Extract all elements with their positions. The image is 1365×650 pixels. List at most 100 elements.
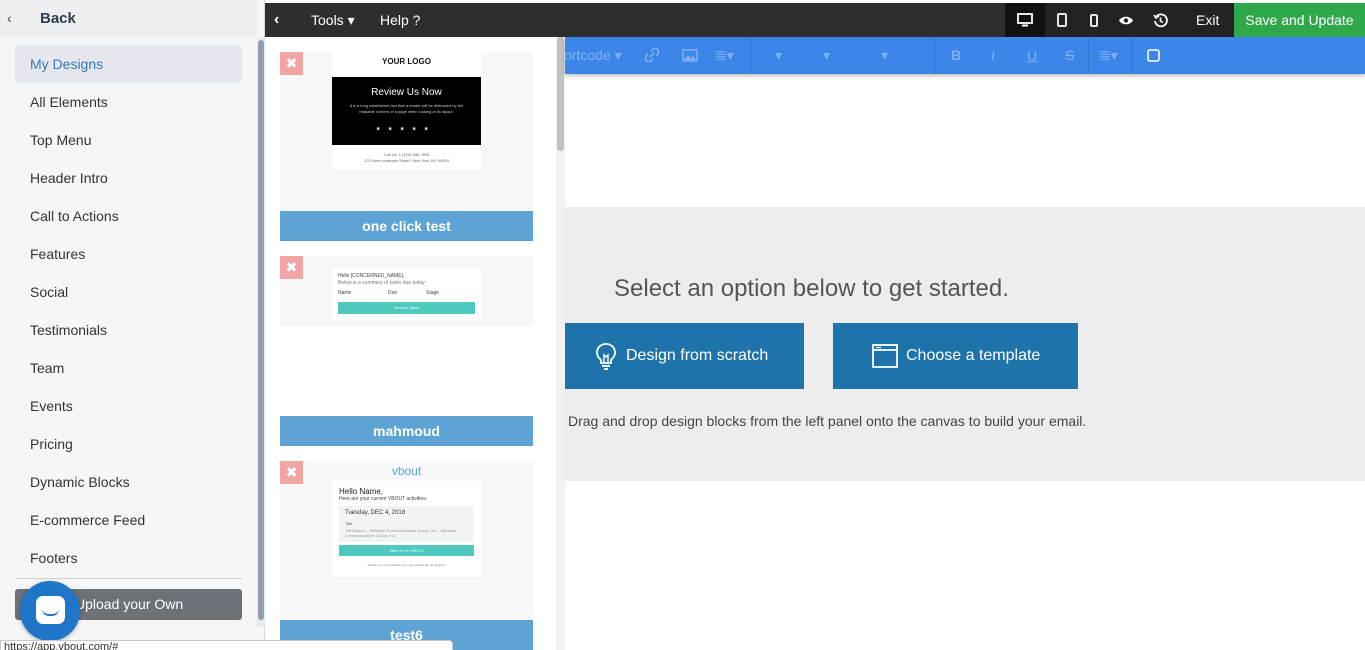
- thumbnail-col-stage: Stage: [426, 290, 440, 296]
- choose-template-label: Choose a template: [906, 347, 1041, 364]
- template-card[interactable]: Hello [CONCERNED_NAME], Below is a summa…: [280, 256, 533, 446]
- email-builder: YOUR LOGO Review Us Now It is a long est…: [0, 0, 1365, 650]
- panel-scrollbar-thumb[interactable]: [557, 37, 564, 151]
- get-started-prompt: Select an option below to get started.: [614, 275, 1009, 302]
- template-window-icon: [872, 344, 898, 368]
- thumbnail-greeting: Hello [CONCERNED_NAME],: [338, 273, 405, 279]
- design-from-scratch-label: Design from scratch: [626, 347, 769, 364]
- back-chevron-icon: ‹: [7, 10, 12, 26]
- italic-button[interactable]: I: [991, 37, 995, 74]
- thumbnail-brand-logo: vbout: [391, 464, 422, 478]
- link-icon[interactable]: [644, 37, 660, 74]
- sidebar-item-call-to-actions[interactable]: Call to Actions: [15, 197, 242, 235]
- choose-template-button[interactable]: Choose a template: [833, 323, 1078, 389]
- toolbar-separator: [1088, 37, 1089, 74]
- browser-status-url: https://app.vbout.com/#: [0, 640, 453, 650]
- thumbnail-footer: Emails may not available and / get sende…: [367, 563, 446, 567]
- template-card[interactable]: vbout Hello Name, Here are your current …: [280, 461, 533, 650]
- thumbnail-email: Hello [CONCERNED_NAME], Below is a summa…: [332, 268, 481, 320]
- thumbnail-subtitle: Here are your current VBOUT activities:: [339, 496, 427, 502]
- bold-button[interactable]: B: [951, 37, 961, 74]
- tools-menu[interactable]: Tools ▾: [311, 3, 355, 37]
- thumbnail-heading: Review Us Now: [371, 87, 442, 98]
- help-menu[interactable]: Help ?: [380, 3, 420, 37]
- exit-button[interactable]: Exit: [1196, 3, 1219, 37]
- thumbnail-logo-text: YOUR LOGO: [382, 57, 431, 66]
- back-button[interactable]: ‹ Back: [0, 0, 257, 37]
- sidebar-item-dynamic-blocks[interactable]: Dynamic Blocks: [15, 463, 242, 501]
- line-height-dropdown[interactable]: ▾: [881, 37, 888, 74]
- font-family-dropdown[interactable]: ▾: [775, 37, 782, 74]
- delete-template-icon[interactable]: ✖: [280, 461, 303, 484]
- get-started-block: Select an option below to get started. D…: [565, 207, 1365, 481]
- toolbar-separator: [750, 37, 751, 74]
- shortcode-label: ortcode: [564, 47, 611, 63]
- view-mode-group: Exit: [1005, 3, 1234, 37]
- sidebar-item-header-intro[interactable]: Header Intro: [15, 159, 242, 197]
- template-title[interactable]: mahmoud: [280, 416, 533, 446]
- toolbar-separator: [1132, 37, 1133, 74]
- email-canvas[interactable]: Select an option below to get started. D…: [565, 74, 1365, 650]
- design-from-scratch-button[interactable]: Design from scratch: [565, 323, 804, 389]
- template-thumbnail[interactable]: Hello [CONCERNED_NAME], Below is a summa…: [280, 256, 533, 416]
- template-thumbnail[interactable]: YOUR LOGO Review Us Now It is a long est…: [280, 52, 533, 211]
- sidebar-item-e-commerce-feed[interactable]: E-commerce Feed: [15, 501, 242, 539]
- template-title[interactable]: one click test: [280, 211, 533, 241]
- sidebar-scrollbar-thumb[interactable]: [258, 40, 264, 620]
- thumbnail-col-name: Name: [338, 290, 352, 296]
- collapse-panel-chevron-icon[interactable]: ‹: [274, 3, 279, 37]
- desktop-icon[interactable]: [1005, 3, 1045, 37]
- history-icon[interactable]: [1143, 3, 1177, 37]
- underline-button[interactable]: U: [1027, 37, 1037, 74]
- sidebar-item-team[interactable]: Team: [15, 349, 242, 387]
- thumbnail-hero: Review Us Now It is a long established f…: [332, 77, 481, 145]
- sidebar-divider: [15, 578, 242, 579]
- thumbnail-button: View All Tasks: [338, 302, 475, 314]
- top-toolbar: ‹ Tools ▾ Help ? Exit Save and Update: [265, 3, 1365, 37]
- box-toggle-icon[interactable]: [1147, 37, 1160, 74]
- sidebar-item-features[interactable]: Features: [15, 235, 242, 273]
- thumbnail-button: Take me to VBOUT: [339, 545, 474, 556]
- delete-template-icon[interactable]: ✖: [280, 256, 303, 279]
- template-thumbnail[interactable]: vbout Hello Name, Here are your current …: [280, 461, 533, 621]
- mobile-icon[interactable]: [1079, 3, 1109, 37]
- text-format-toolbar: ortcode ▾ ≣▾ ▾ ▾ ▾ B I U S ≣▾: [564, 37, 1365, 74]
- sidebar-item-top-menu[interactable]: Top Menu: [15, 121, 242, 159]
- image-icon[interactable]: [682, 37, 698, 74]
- canvas-hint: Drag and drop design blocks from the lef…: [568, 413, 1087, 429]
- preview-eye-icon[interactable]: [1109, 3, 1143, 37]
- thumbnail-rating-icons: ■■■■■: [376, 126, 437, 132]
- shortcode-dropdown[interactable]: ortcode ▾: [564, 37, 622, 74]
- tools-label: Tools: [311, 12, 344, 28]
- thumbnail-item-desc: Jeff Maudru - Metatron Communications Gr…: [345, 528, 457, 538]
- delete-template-icon[interactable]: ✖: [280, 52, 303, 75]
- sidebar-item-testimonials[interactable]: Testimonials: [15, 311, 242, 349]
- save-and-update-button[interactable]: Save and Update: [1234, 3, 1365, 37]
- sidebar-item-all-elements[interactable]: All Elements: [15, 83, 242, 121]
- list-dropdown-icon[interactable]: ≣▾: [1099, 37, 1118, 74]
- toolbar-separator: [934, 37, 935, 74]
- thumbnail-col-due: Due: [388, 290, 398, 296]
- sidebar-item-events[interactable]: Events: [15, 387, 242, 425]
- thumbnail-summary: Below is a summary of tasks due today:: [338, 280, 427, 286]
- live-chat-button[interactable]: [20, 581, 80, 641]
- thumbnail-email: YOUR LOGO Review Us Now It is a long est…: [332, 52, 481, 170]
- sidebar-item-pricing[interactable]: Pricing: [15, 425, 242, 463]
- sidebar-item-footers[interactable]: Footers: [15, 539, 242, 577]
- thumbnail-footer: Call Us: 1 (123) 456-7890 123 North exam…: [364, 152, 449, 163]
- thumbnail-date: Tuesday, DEC 4, 2018: [345, 510, 406, 516]
- template-card[interactable]: YOUR LOGO Review Us Now It is a long est…: [280, 52, 533, 241]
- thumbnail-greeting: Hello Name,: [339, 487, 384, 496]
- thumbnail-activity-box: Tuesday, DEC 4, 2018 Title Jeff Maudru -…: [339, 506, 474, 542]
- strikethrough-button[interactable]: S: [1065, 37, 1074, 74]
- sidebar-item-my-designs[interactable]: My Designs: [15, 45, 242, 83]
- lightbulb-icon: [596, 343, 616, 370]
- thumbnail-body: It is a long established fact that a rea…: [349, 103, 464, 114]
- align-dropdown-icon[interactable]: ≣▾: [715, 37, 734, 74]
- sidebar-item-social[interactable]: Social: [15, 273, 242, 311]
- font-size-dropdown[interactable]: ▾: [823, 37, 830, 74]
- thumbnail-item-title: Title: [345, 521, 353, 526]
- tablet-icon[interactable]: [1045, 3, 1079, 37]
- blocks-sidebar: ‹ Back My Designs All Elements Top Menu Hea…: [0, 0, 265, 650]
- thumbnail-email: Hello Name, Here are your current VBOUT …: [332, 481, 481, 577]
